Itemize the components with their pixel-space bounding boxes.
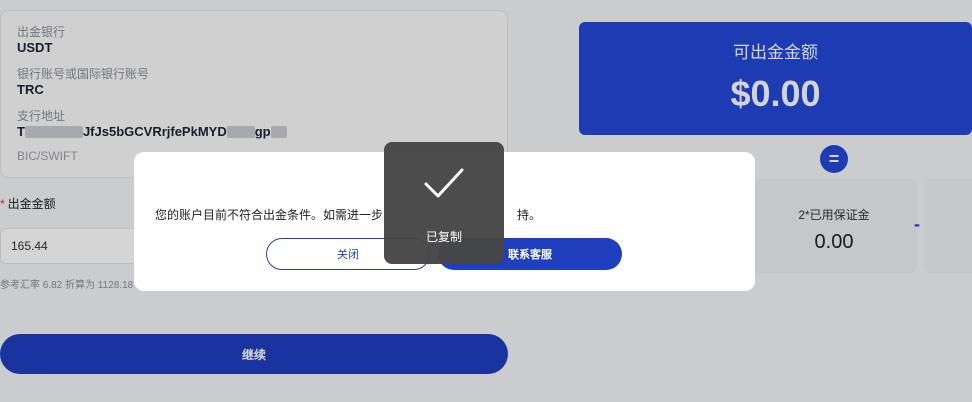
- dialog-message-right: 持。: [517, 208, 542, 222]
- dialog-message-left: 您的账户目前不符合出金条件。如需进一步: [155, 208, 384, 222]
- copied-toast: 已复制: [384, 142, 504, 264]
- toast-text: 已复制: [425, 230, 462, 244]
- check-icon: [424, 168, 464, 198]
